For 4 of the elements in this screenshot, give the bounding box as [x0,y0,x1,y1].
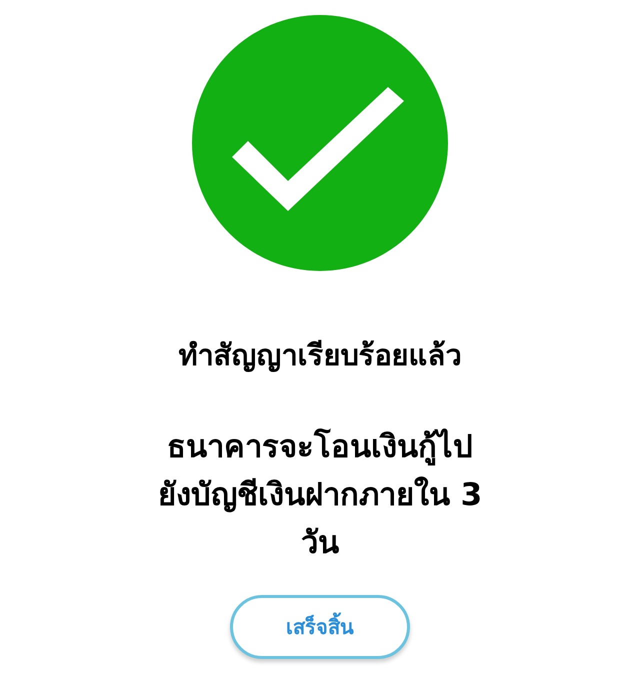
success-message: ธนาคารจะโอนเงินกู้ไป ยังบัญชีเงินฝากภายใน 3 วัน [158,428,482,563]
check-circle-icon [192,15,448,271]
success-title: ทำสัญญาเรียบร้อยแล้ว [178,337,462,374]
done-button[interactable]: เสร็จสิ้น [230,595,410,659]
